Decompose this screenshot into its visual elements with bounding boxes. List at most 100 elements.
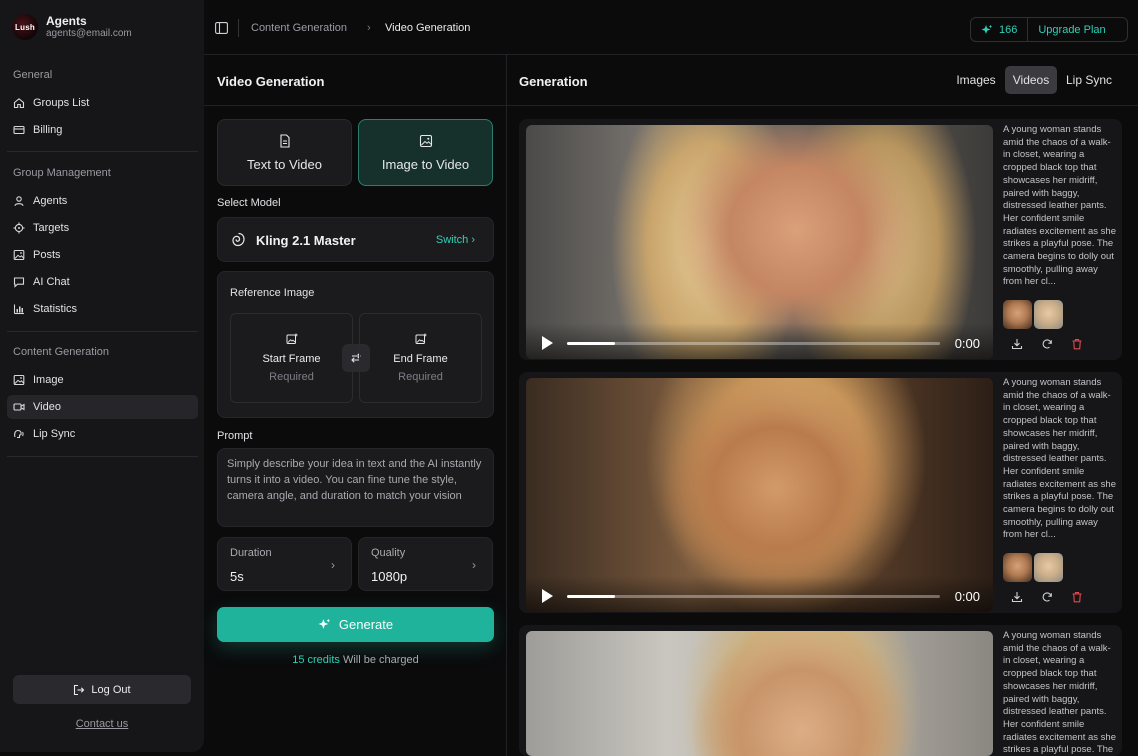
video-actions [1011,591,1083,603]
sidebar-item-statistics[interactable]: Statistics [7,297,198,321]
sidebar-item-label: Groups List [33,97,90,109]
download-icon[interactable] [1011,338,1023,350]
video-description: A young woman stands amid the chaos of a… [1003,377,1117,541]
brand-email: agents@email.com [46,28,132,39]
reference-thumbnail[interactable] [1003,300,1032,329]
video-player[interactable]: 0:00 [526,378,993,612]
sidebar-item-ai-chat[interactable]: AI Chat [7,270,198,294]
video-progress-bar[interactable] [567,342,940,345]
charge-notice: 15 credits Will be charged [217,654,494,666]
logout-label: Log Out [91,683,131,696]
select-model-label: Select Model [217,197,281,209]
model-selector[interactable]: Kling 2.1 Master Switch › [217,217,494,262]
chart-icon [13,304,24,315]
mode-text-to-video[interactable]: Text to Video [217,119,352,186]
brand-name: Agents [46,14,87,28]
sidebar-item-label: Billing [33,124,63,136]
sidebar-item-label: Image [33,374,64,386]
tab-videos[interactable]: Videos [1005,66,1057,94]
left-panel-title: Video Generation [217,74,325,89]
home-icon [13,98,25,109]
sidebar-item-label: Video [33,401,61,413]
video-progress-fill [567,342,616,345]
user-icon [14,196,24,207]
add-image-icon [286,333,297,344]
brand-logo: Lush [12,14,38,40]
video-description: A young woman stands amid the chaos of a… [1003,124,1117,288]
sidebar-item-label: Posts [33,249,61,261]
start-frame-upload[interactable]: Start Frame Required [230,313,353,403]
video-card: 0:00 A young woman stands amid the chaos… [519,119,1122,360]
sidebar-item-targets[interactable]: Targets [7,216,198,240]
video-time: 0:00 [954,589,980,604]
topbar-separator [238,19,239,37]
reference-thumbnail[interactable] [1034,553,1063,582]
panel-divider [506,55,507,756]
start-frame-title: Start Frame [262,353,321,365]
tab-lip-sync[interactable]: Lip Sync [1061,66,1117,94]
section-group-label: Group Management [13,167,111,179]
section-content-label: Content Generation [13,346,110,358]
credits-widget: 166 Upgrade Plan [970,17,1128,42]
video-player[interactable]: 0:00 [526,125,993,359]
add-image-icon [415,333,426,344]
trash-icon[interactable] [1071,338,1083,350]
video-controls: 0:00 [526,576,993,612]
duration-select[interactable]: Duration 5s › [217,537,352,591]
right-panel-title: Generation [519,74,588,89]
play-icon[interactable] [542,336,553,350]
video-card: A young woman stands amid the chaos of a… [519,625,1122,756]
contact-link[interactable]: Contact us [0,718,204,730]
sidebar-item-label: Agents [33,195,68,207]
target-icon [13,222,25,234]
brand[interactable]: Lush Agents agents@email.com [12,14,132,40]
chat-icon [13,277,25,288]
sidebar-item-agents[interactable]: Agents [7,189,198,213]
logout-button[interactable]: Log Out [13,675,191,704]
video-progress-bar[interactable] [567,595,940,598]
tab-images[interactable]: Images [950,66,1002,94]
credits-count: 166 [999,23,1018,36]
reference-thumbnail[interactable] [1034,300,1063,329]
credits-balance: 166 [971,18,1029,41]
prompt-label: Prompt [217,430,253,442]
sidebar-toggle-icon[interactable] [215,22,228,34]
switch-label: Switch [435,234,469,246]
switch-model-button[interactable]: Switch › [436,234,475,246]
mode-label: Text to Video [247,156,322,172]
model-name: Kling 2.1 Master [256,233,356,248]
sidebar-item-billing[interactable]: Billing [7,118,198,142]
upgrade-plan-button[interactable]: Upgrade Plan [1028,24,1105,36]
section-general-label: General [13,69,53,81]
chevron-right-icon: › [472,558,476,572]
sidebar-divider [7,331,198,332]
regenerate-icon[interactable] [1041,591,1053,603]
image-icon [13,249,25,261]
right-panel-divider [507,105,1138,106]
sidebar-item-label: Targets [33,222,70,234]
end-frame-upload[interactable]: End Frame Required [359,313,482,403]
sidebar-item-lip-sync[interactable]: Lip Sync [7,422,198,446]
play-icon[interactable] [542,589,553,603]
prompt-textarea[interactable]: Simply describe your idea in text and th… [217,448,494,527]
video-actions [1011,338,1083,350]
image-icon [13,374,25,386]
chevron-right-icon: › [331,558,335,572]
sidebar-item-image[interactable]: Image [7,368,198,392]
sidebar-item-posts[interactable]: Posts [7,243,198,267]
sidebar-item-groups-list[interactable]: Groups List [7,91,198,115]
trash-icon[interactable] [1071,591,1083,603]
quality-select[interactable]: Quality 1080p › [358,537,493,591]
generate-label: Generate [338,617,394,632]
regenerate-icon[interactable] [1041,338,1053,350]
breadcrumb-content-generation[interactable]: Content Generation [251,22,347,34]
download-icon[interactable] [1011,591,1023,603]
voice-icon [14,429,24,439]
reference-thumbnail[interactable] [1003,553,1032,582]
sidebar: Lush Agents agents@email.com General Gro… [0,0,204,752]
mode-image-to-video[interactable]: Image to Video [358,119,493,186]
sidebar-item-video[interactable]: Video [7,395,198,419]
video-player[interactable] [526,631,993,756]
generate-button[interactable]: Generate [217,607,494,642]
reference-image-label: Reference Image [230,287,315,299]
